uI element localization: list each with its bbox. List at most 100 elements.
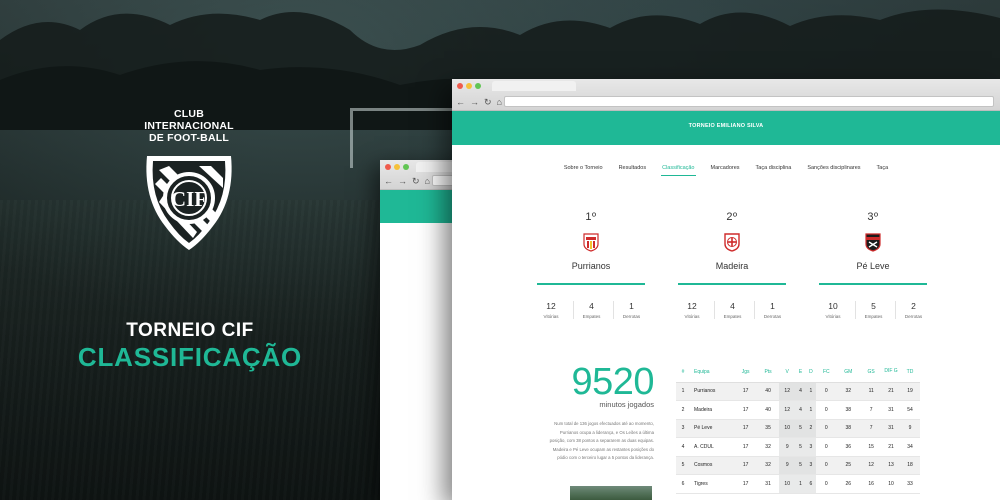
cell-points: 31 bbox=[757, 474, 779, 494]
stat-value: 1 bbox=[770, 300, 775, 311]
arrow-left-icon[interactable]: ← bbox=[456, 96, 465, 108]
cell-wins: 9 bbox=[778, 456, 796, 475]
close-window-button[interactable] bbox=[385, 164, 391, 170]
table-row[interactable]: 2 Madeira 17 40 12 4 1 0 38 7 31 54 bbox=[676, 400, 920, 420]
cell-goals-for: 32 bbox=[836, 382, 861, 401]
team-badge-icon bbox=[583, 233, 599, 252]
cell-points: 40 bbox=[757, 382, 779, 401]
address-bar[interactable] bbox=[504, 96, 994, 107]
tab-taca[interactable]: Taça bbox=[876, 165, 890, 176]
cell-fc: 0 bbox=[816, 419, 837, 438]
team-badge-icon bbox=[865, 233, 881, 252]
cell-losses: 1 bbox=[805, 400, 817, 420]
cell-team: Madeira bbox=[690, 400, 734, 420]
cell-games: 17 bbox=[734, 437, 758, 457]
table-row[interactable]: 3 Pé Leve 17 35 10 5 2 0 38 7 31 9 bbox=[676, 419, 920, 438]
site-title: TORNEIO EMILIANO SILVA bbox=[688, 123, 764, 129]
podium-third: 3º Pé Leve 10 Vitórias 5 Empates 2 Derrotas bbox=[818, 211, 928, 319]
stat-label: Derrotas bbox=[763, 313, 782, 319]
stat-label: Empates bbox=[864, 313, 883, 319]
stat-value: 4 bbox=[730, 300, 735, 311]
col-points: Pts bbox=[757, 362, 779, 383]
table-row[interactable]: 4 A. CDUL 17 32 9 5 3 0 36 15 21 34 bbox=[676, 437, 920, 457]
maximize-window-button[interactable] bbox=[475, 83, 481, 89]
podium-divider bbox=[819, 283, 927, 285]
stat-value: 1 bbox=[629, 300, 634, 311]
cell-goals-for: 38 bbox=[836, 419, 861, 438]
cell-losses: 3 bbox=[805, 437, 817, 457]
tab-resultados[interactable]: Resultados bbox=[618, 165, 648, 176]
cell-rank: 2 bbox=[676, 400, 690, 420]
stat-losses: 2 Derrotas bbox=[895, 300, 931, 319]
table-row[interactable]: 5 Cosmos 17 32 9 5 3 0 25 12 13 18 bbox=[676, 456, 920, 475]
cell-fc: 0 bbox=[816, 382, 837, 401]
cell-games: 17 bbox=[734, 456, 758, 475]
podium-position: 2º bbox=[726, 211, 738, 223]
browser-tab[interactable] bbox=[492, 81, 576, 91]
summary-line: posição, com 38 pontos a separarem as du… bbox=[549, 438, 654, 443]
podium-first: 1º Purrianos 12 Vitórias 4 Empates 1 Derrot… bbox=[536, 211, 646, 319]
podium-stats: 12 Vitórias 4 Empates 1 Derrotas bbox=[533, 300, 649, 319]
summary-line: Num total de 136 jogos efectuados até ao… bbox=[554, 421, 654, 426]
table-header-row: # Equipa Jgs Pts V E D FC GM GS DIF G TD bbox=[676, 362, 920, 383]
cell-goal-diff: 21 bbox=[881, 382, 900, 401]
browser-nav: ← → ↻ ⌂ bbox=[456, 96, 502, 108]
col-losses: D bbox=[805, 362, 817, 383]
minimize-window-button[interactable] bbox=[466, 83, 472, 89]
maximize-window-button[interactable] bbox=[403, 164, 409, 170]
stat-label: Vitórias bbox=[825, 313, 841, 319]
cell-team: A. CDUL bbox=[690, 437, 734, 457]
cell-draws: 4 bbox=[795, 382, 806, 401]
col-games: Jgs bbox=[734, 362, 758, 383]
podium-position: 1º bbox=[585, 211, 597, 223]
stat-value: 2 bbox=[911, 300, 916, 311]
arrow-right-icon[interactable]: → bbox=[398, 175, 407, 187]
summary-line: Madeira e Pé Leve ocupam as restantes po… bbox=[552, 446, 654, 452]
cell-draws: 5 bbox=[795, 437, 806, 457]
arrow-right-icon[interactable]: → bbox=[470, 96, 479, 108]
club-crest-logo: CIF bbox=[146, 156, 232, 250]
minutes-played-value: 9520 bbox=[571, 361, 654, 403]
cell-team: Pé Leve bbox=[690, 419, 734, 438]
reload-icon[interactable]: ↻ bbox=[484, 96, 492, 108]
club-name-line: INTERNACIONAL bbox=[144, 120, 234, 132]
close-window-button[interactable] bbox=[457, 83, 463, 89]
tab-marcadores[interactable]: Marcadores bbox=[710, 165, 741, 176]
col-draws: E bbox=[795, 362, 806, 383]
arrow-left-icon[interactable]: ← bbox=[384, 175, 393, 187]
tab-sobre-o-torneio[interactable]: Sobre o Torneio bbox=[563, 165, 604, 176]
standings-summary: Num total de 136 jogos efectuados até ao… bbox=[536, 420, 654, 463]
tab-taca-disciplina[interactable]: Taça disciplina bbox=[755, 165, 793, 176]
cell-goals-for: 25 bbox=[836, 456, 861, 475]
stat-wins: 12 Vitórias bbox=[533, 301, 569, 319]
reload-icon[interactable]: ↻ bbox=[412, 175, 420, 187]
club-name-line: CLUB bbox=[174, 108, 204, 120]
cell-td: 33 bbox=[899, 474, 920, 494]
table-row[interactable]: 1 Purrianos 17 40 12 4 1 0 32 11 21 19 bbox=[676, 382, 920, 401]
cell-wins: 12 bbox=[778, 382, 796, 401]
cell-rank: 1 bbox=[676, 382, 690, 401]
cell-goals-against: 12 bbox=[860, 456, 882, 475]
cell-games: 17 bbox=[734, 419, 758, 438]
cell-fc: 0 bbox=[816, 474, 837, 494]
club-name: CLUB INTERNACIONAL DE FOOT-BALL bbox=[130, 108, 248, 144]
page-title-standings: CLASSIFICAÇÃO bbox=[77, 342, 303, 372]
table-row[interactable]: 6 Tigres 17 31 10 1 6 0 26 16 10 33 bbox=[676, 474, 920, 494]
cell-goals-for: 38 bbox=[836, 400, 861, 420]
podium-divider bbox=[678, 283, 786, 285]
tab-sancoes-disciplinares[interactable]: Sanções disciplinares bbox=[806, 165, 861, 176]
home-icon[interactable]: ⌂ bbox=[497, 96, 502, 108]
site-header: TORNEIO EMILIANO SILVA bbox=[452, 111, 1000, 145]
home-icon[interactable]: ⌂ bbox=[425, 175, 430, 187]
cell-td: 54 bbox=[899, 400, 920, 420]
cell-goals-for: 26 bbox=[836, 474, 861, 494]
cell-rank: 3 bbox=[676, 419, 690, 438]
podium-position: 3º bbox=[867, 211, 879, 223]
cell-points: 32 bbox=[757, 437, 779, 457]
cell-losses: 3 bbox=[805, 456, 817, 475]
cell-wins: 9 bbox=[778, 437, 796, 457]
club-name-line: DE FOOT-BALL bbox=[149, 132, 229, 144]
tab-classificacao[interactable]: Classificação bbox=[661, 165, 696, 176]
minimize-window-button[interactable] bbox=[394, 164, 400, 170]
stat-wins: 10 Vitórias bbox=[815, 301, 851, 319]
